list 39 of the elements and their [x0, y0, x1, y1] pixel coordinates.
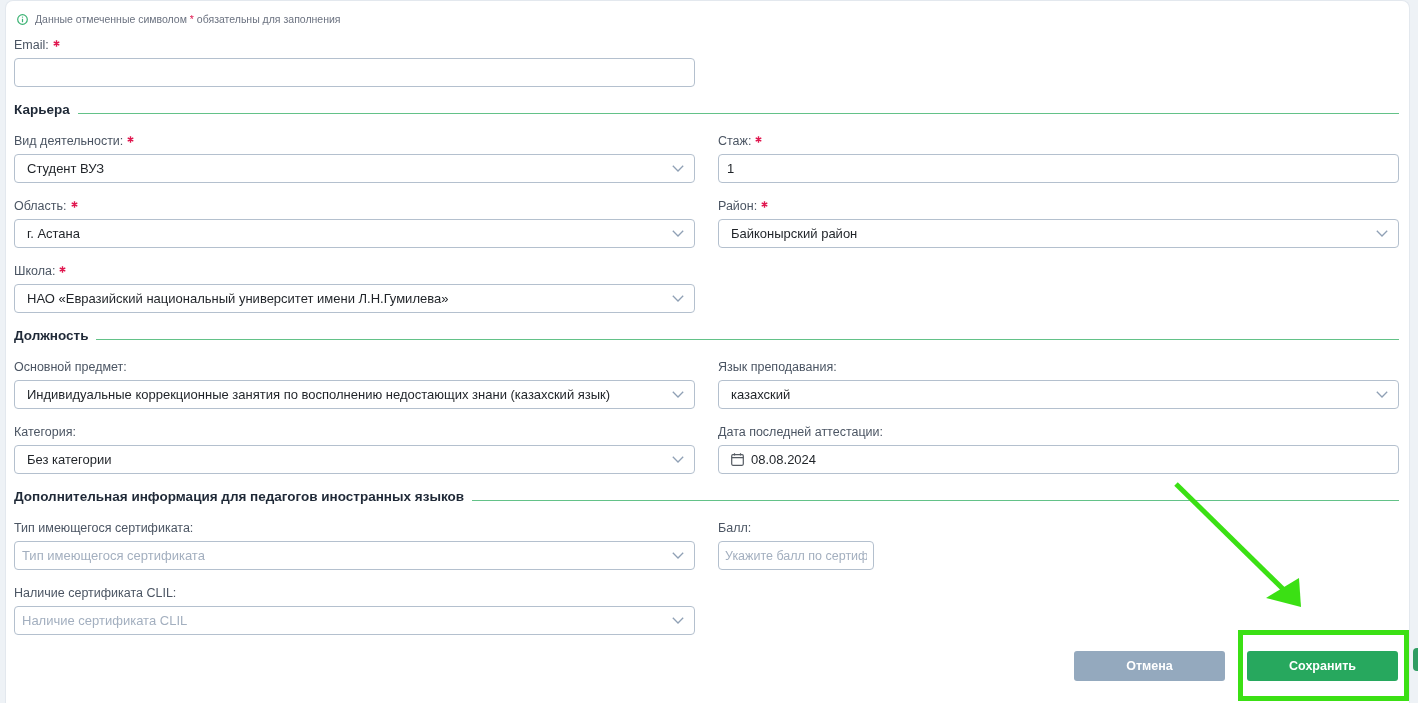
- info-icon: [17, 13, 28, 25]
- chevron-down-icon: [672, 456, 684, 463]
- field-label: Тип имеющегося сертификата:: [14, 520, 194, 536]
- text-field[interactable]: [14, 58, 695, 87]
- chevron-down-icon: [672, 552, 684, 559]
- chevron-down-icon: [672, 617, 684, 624]
- date-field[interactable]: 08.08.2024: [718, 445, 1399, 474]
- section-title: Карьера: [14, 101, 70, 119]
- section-title: Должность: [14, 327, 89, 345]
- field-label: Наличие сертификата CLIL:: [14, 585, 177, 601]
- chevron-down-icon: [672, 165, 684, 172]
- score-field[interactable]: Укажите балл по сертиф: [718, 541, 874, 570]
- field-label: Вид деятельности:: [14, 133, 124, 149]
- chevron-down-icon: [672, 230, 684, 237]
- chevron-down-icon: [1376, 391, 1388, 398]
- select-field[interactable]: Индивидуальные коррекционные занятия по восполнению недостающих знани (казахский язык): [14, 380, 695, 409]
- field-label: Школа:: [14, 263, 56, 279]
- select-field[interactable]: Студент ВУЗ: [14, 154, 695, 183]
- select-field[interactable]: НАО «Евразийский национальный университет имени Л.Н.Гумилева»: [14, 284, 695, 313]
- field-label: Дата последней аттестации:: [718, 424, 884, 440]
- field-label: Язык преподавания:: [718, 359, 837, 375]
- chevron-down-icon: [672, 295, 684, 302]
- section-title: Дополнительная информация для педагогов иностранных языков: [14, 488, 465, 506]
- text-field[interactable]: 1: [718, 154, 1399, 183]
- field-label: Email:: [14, 37, 49, 53]
- select-field[interactable]: Байконырский район: [718, 219, 1399, 248]
- select-field[interactable]: Без категории: [14, 445, 695, 474]
- calendar-icon: [731, 453, 744, 466]
- select-field[interactable]: казахский: [718, 380, 1399, 409]
- field-label: Балл:: [718, 520, 752, 536]
- chevron-down-icon: [672, 391, 684, 398]
- field-label: Категория:: [14, 424, 76, 440]
- required-fields-note: Данные отмеченные символом * обязательны для заполнения: [35, 13, 341, 25]
- field-label: Основной предмет:: [14, 359, 127, 375]
- select-field[interactable]: г. Астана: [14, 219, 695, 248]
- chevron-down-icon: [1376, 230, 1388, 237]
- field-label: Стаж:: [718, 133, 752, 149]
- field-label: Район:: [718, 198, 758, 214]
- field-label: Область:: [14, 198, 67, 214]
